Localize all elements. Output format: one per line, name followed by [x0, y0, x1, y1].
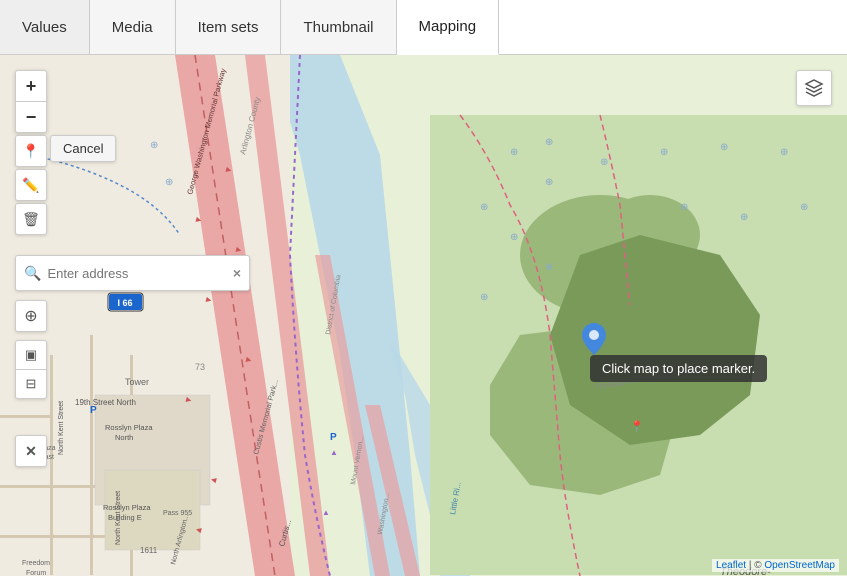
address-input[interactable]: [47, 266, 232, 281]
search-icon: 🔍: [24, 265, 41, 282]
svg-text:⊕: ⊕: [740, 212, 748, 223]
minus-square-button[interactable]: ⊟: [16, 370, 46, 398]
layers-button[interactable]: [796, 70, 832, 106]
tab-media[interactable]: Media: [90, 0, 176, 54]
attribution-separator: | ©: [749, 560, 765, 571]
tab-item-sets[interactable]: Item sets: [176, 0, 282, 54]
svg-text:⊕: ⊕: [510, 232, 518, 243]
svg-text:1611: 1611: [140, 546, 158, 555]
svg-text:⊕: ⊕: [545, 137, 553, 148]
cancel-button[interactable]: Cancel: [50, 135, 116, 162]
search-clear-button[interactable]: ×: [233, 265, 241, 281]
map-container[interactable]: I 66 Tower 19th Street North 73 P P P No…: [0, 55, 847, 576]
draw-controls: ▣ ⊟: [15, 340, 47, 399]
svg-text:Tower: Tower: [125, 377, 149, 387]
close-map-button[interactable]: ✕: [15, 435, 47, 467]
svg-text:North: North: [115, 433, 133, 442]
map-attribution: Leaflet | © OpenStreetMap: [712, 559, 839, 572]
map-marker: [582, 323, 606, 355]
svg-text:P: P: [90, 405, 97, 416]
svg-text:I 66: I 66: [117, 298, 132, 308]
leaflet-link[interactable]: Leaflet: [716, 560, 746, 571]
svg-text:73: 73: [195, 362, 205, 372]
edit-controls: 📍 ✏️ 🗑: [15, 135, 47, 235]
tab-values[interactable]: Values: [0, 0, 90, 54]
svg-text:⊕: ⊕: [480, 202, 488, 213]
svg-text:▲: ▲: [330, 448, 338, 457]
svg-text:⊕: ⊕: [150, 140, 158, 151]
place-marker-button[interactable]: 📍: [15, 135, 47, 167]
layers-icon: [804, 78, 824, 98]
osm-link[interactable]: OpenStreetMap: [764, 560, 835, 571]
place-marker-tooltip: Click map to place marker.: [590, 355, 767, 382]
svg-text:19th Street North: 19th Street North: [75, 398, 136, 407]
crosshair-button[interactable]: ⊕: [15, 300, 47, 332]
svg-text:Forum: Forum: [26, 570, 46, 576]
svg-text:▲: ▲: [322, 508, 330, 517]
square-draw-button[interactable]: ▣: [16, 341, 46, 369]
tab-thumbnail[interactable]: Thumbnail: [281, 0, 396, 54]
svg-text:⊕: ⊕: [600, 157, 608, 168]
zoom-out-button[interactable]: −: [16, 102, 46, 132]
tab-bar: Values Media Item sets Thumbnail Mapping: [0, 0, 847, 55]
svg-text:Building E: Building E: [108, 513, 142, 522]
zoom-in-button[interactable]: +: [16, 71, 46, 101]
tab-mapping[interactable]: Mapping: [397, 0, 500, 55]
svg-text:⊕: ⊕: [680, 202, 688, 213]
svg-text:⊕: ⊕: [800, 202, 808, 213]
zoom-controls: + −: [15, 70, 47, 133]
svg-text:⊕: ⊕: [165, 177, 173, 188]
svg-text:⊕: ⊕: [545, 262, 553, 273]
svg-text:📍: 📍: [630, 420, 644, 433]
svg-text:North Kent Street: North Kent Street: [58, 401, 65, 455]
svg-text:⊕: ⊕: [545, 177, 553, 188]
svg-text:⊕: ⊕: [510, 147, 518, 158]
svg-text:P: P: [330, 432, 337, 443]
edit-button[interactable]: ✏️: [15, 169, 47, 201]
delete-button[interactable]: 🗑: [15, 203, 47, 235]
address-search-bar: 🔍 ×: [15, 255, 250, 291]
svg-text:⊕: ⊕: [480, 292, 488, 303]
svg-text:Freedom: Freedom: [22, 560, 50, 567]
svg-text:⊕: ⊕: [660, 147, 668, 158]
map-background: I 66 Tower 19th Street North 73 P P P No…: [0, 55, 847, 576]
svg-text:⊕: ⊕: [780, 147, 788, 158]
svg-text:Rosslyn Plaza: Rosslyn Plaza: [103, 503, 151, 512]
svg-text:⊕: ⊕: [720, 142, 728, 153]
svg-text:Rosslyn Plaza: Rosslyn Plaza: [105, 423, 153, 432]
